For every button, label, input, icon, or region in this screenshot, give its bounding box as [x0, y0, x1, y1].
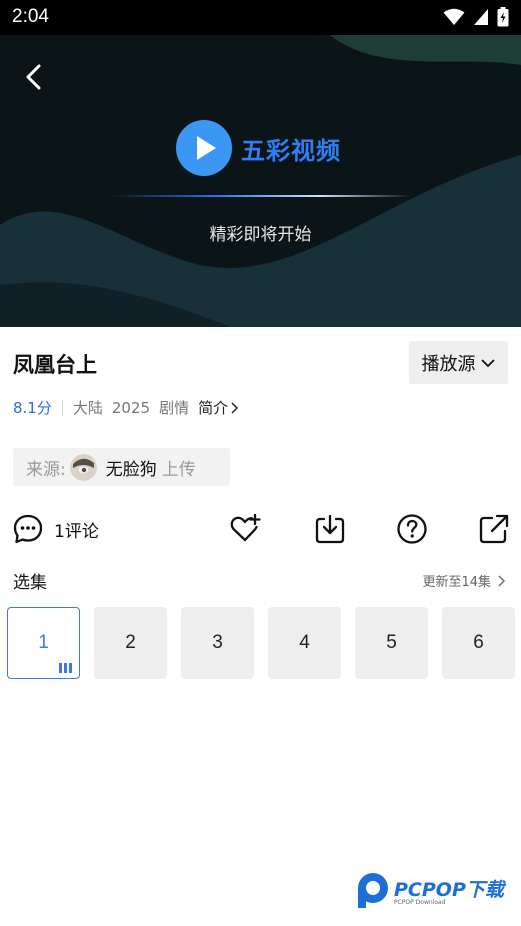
status-time: 2:04	[12, 6, 49, 27]
brand-name: 五彩视频	[241, 136, 341, 165]
uploader-label: 来源:	[26, 459, 66, 480]
video-title: 凤凰台上	[13, 353, 97, 377]
chevron-right-icon	[498, 575, 505, 586]
episode-number: 2	[125, 632, 136, 653]
watermark: PCPOP下载 PCPOP Download	[354, 871, 514, 911]
watermark-logo-icon	[358, 873, 388, 908]
intro-link[interactable]: 简介	[198, 397, 240, 418]
episode-item[interactable]: 3	[181, 607, 254, 679]
episode-item[interactable]: 4	[268, 607, 341, 679]
uploader-chip[interactable]: 来源: 无脸狗 上传	[13, 448, 230, 486]
region: 大陆	[72, 399, 103, 417]
episode-number: 6	[473, 632, 484, 653]
favorite-add-icon[interactable]	[229, 513, 261, 545]
episode-number: 3	[212, 632, 223, 653]
status-bar: 2:04	[0, 0, 521, 35]
brand-logo-group: 五彩视频	[176, 120, 341, 176]
episode-item[interactable]: 1	[7, 607, 80, 679]
source-select-label: 播放源	[421, 353, 476, 375]
episode-item[interactable]: 5	[355, 607, 428, 679]
genre: 剧情	[159, 399, 190, 417]
year: 2025	[111, 398, 151, 417]
avatar	[69, 453, 97, 481]
episode-list: 1 2 3 4 5 6	[7, 607, 515, 679]
episode-item[interactable]: 6	[442, 607, 515, 679]
episodes-update-label: 更新至14集	[422, 575, 491, 590]
wifi-icon	[443, 8, 465, 25]
help-icon[interactable]	[396, 513, 428, 545]
video-meta: 8.1分 大陆 2025 剧情 简介	[13, 397, 240, 418]
source-select-button[interactable]: 播放源	[409, 341, 508, 384]
watermark-subtext: PCPOP Download	[394, 899, 446, 906]
cellular-icon	[474, 9, 488, 25]
comment-count: 1评论	[54, 521, 99, 542]
meta-divider	[61, 399, 63, 416]
episode-number: 5	[386, 632, 397, 653]
back-button[interactable]	[18, 61, 50, 93]
battery-icon	[497, 7, 509, 27]
episode-item[interactable]: 2	[94, 607, 167, 679]
episodes-heading: 选集	[13, 573, 47, 593]
player-background	[0, 35, 521, 327]
intro-link-label: 简介	[198, 399, 229, 417]
episode-number: 1	[38, 632, 49, 653]
uploader-action: 上传	[161, 459, 196, 480]
loading-text: 精彩即将开始	[209, 225, 312, 245]
video-player[interactable]: 五彩视频 精彩即将开始	[0, 35, 521, 327]
download-icon[interactable]	[314, 513, 346, 545]
playing-indicator-icon	[59, 663, 72, 673]
episodes-update-link[interactable]: 更新至14集	[422, 571, 509, 590]
watermark-text: PCPOP下载	[394, 879, 504, 901]
episode-number: 4	[299, 632, 310, 653]
action-bar: 1评论	[0, 508, 521, 550]
chevron-down-icon	[480, 358, 495, 367]
play-logo-icon	[176, 120, 232, 176]
score: 8.1分	[13, 399, 52, 417]
loading-line	[110, 195, 410, 197]
chevron-right-icon	[231, 401, 239, 414]
status-icons	[443, 7, 509, 27]
comment-button[interactable]: 1评论	[12, 513, 99, 545]
share-icon[interactable]	[478, 513, 510, 545]
uploader-name: 无脸狗	[105, 459, 157, 480]
comment-icon	[13, 514, 43, 544]
